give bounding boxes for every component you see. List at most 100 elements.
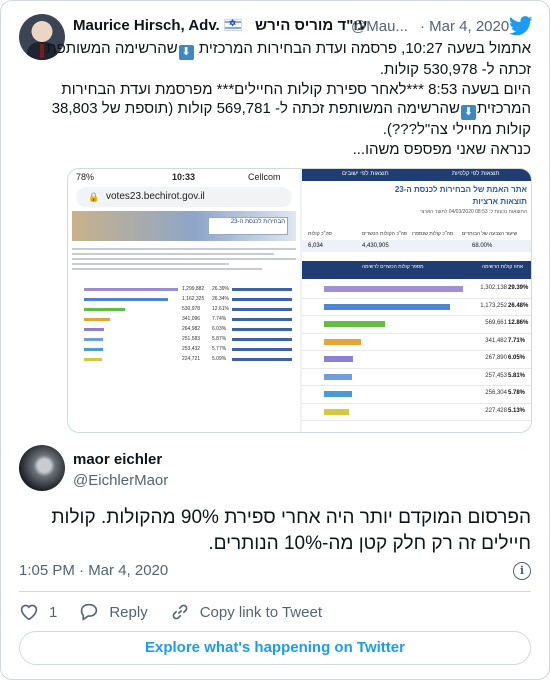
tweet-actions: 1 Reply Copy link to Tweet [19, 601, 344, 623]
explore-twitter-button[interactable]: Explore what's happening on Twitter [19, 631, 531, 665]
desktop-results-table: 1,302,138 29.39% 1,173,252 26.48% 569,661 12.… [302, 281, 531, 421]
result-bar [324, 408, 349, 415]
reply-author-handle[interactable]: @EichlerMaor [73, 472, 168, 489]
result-bar [84, 308, 125, 311]
copy-link-label: Copy link to Tweet [199, 603, 322, 621]
lock-icon: 🔒 [88, 192, 100, 202]
result-row: 264,982 6.03% [72, 325, 296, 334]
stats-summary: סה"כ קולות סה"כ הקולות הכשרים סה"כ קולות… [302, 231, 531, 257]
tab-by-ballot: תוצאות לפי קלפיות [452, 171, 500, 177]
quoted-author-name[interactable]: Maurice Hirsch, Adv. [73, 17, 242, 34]
result-bar [324, 391, 352, 397]
embedded-tweet-card: Maurice Hirsch, Adv. עו"ד מוריס הירש @Ma… [0, 0, 550, 680]
browser-url-bar: 🔒 votes23.bechirot.gov.il [76, 187, 292, 207]
results-table-header: מספר קולות הכשרים לרשימה אחוז קולות הרשי… [302, 261, 531, 279]
like-button[interactable]: 1 [19, 603, 57, 621]
vote-percent: 5.87% [212, 336, 227, 342]
party-name-bar [232, 298, 292, 301]
quoted-author-handle[interactable]: @Mau... [351, 18, 408, 35]
vote-percent: 7.74% [212, 316, 227, 322]
vote-percent: 29.39% [508, 285, 529, 291]
party-name-bar [232, 358, 292, 361]
vote-count: 341,482 [485, 337, 507, 344]
result-row: 251,583 5.87% [72, 335, 296, 344]
divider [19, 591, 531, 592]
result-bar [324, 321, 386, 327]
reply-timestamp[interactable]: 1:05 PM · Mar 4, 2020 [19, 562, 168, 579]
party-name-bar [232, 308, 292, 311]
result-bar [84, 338, 104, 341]
vote-percent: 26.34% [212, 296, 229, 302]
result-bar [84, 318, 111, 321]
desktop-subtitle: תוצאות ארציות [472, 197, 527, 206]
vote-percent: 6.05% [508, 355, 526, 361]
party-name-bar [232, 348, 292, 351]
vote-percent: 6.03% [212, 326, 227, 332]
result-row: 569,661 12.86% [302, 316, 531, 334]
reply-tweet-text: הפרסום המוקדם יותר היה אחרי ספירת 90% מה… [51, 507, 531, 554]
twitter-bird-icon[interactable] [509, 16, 533, 36]
link-icon [172, 604, 188, 620]
vote-count: 253,432 [182, 346, 201, 352]
phone-results-table: 1,299,882 26.39% 1,162,325 26.34% 530,978 12.… [72, 285, 296, 365]
vote-percent: 7.71% [508, 337, 526, 344]
tweet-media-images[interactable]: 78% 10:33 Cellcom 🔒 votes23.bechirot.gov.… [67, 168, 532, 433]
reply-author-name[interactable]: maor eichler [73, 451, 162, 468]
vote-count: 1,162,325 [182, 296, 205, 302]
vote-count: 1,299,882 [182, 286, 205, 292]
carrier-name: Cellcom [248, 172, 281, 182]
vote-count: 256,304 [485, 390, 507, 396]
vote-count: 227,428 [485, 407, 507, 414]
party-name-bar [232, 318, 292, 321]
vote-count: 1,302,138 [480, 285, 507, 291]
down-arrow-emoji-icon: ⬇ [460, 105, 476, 120]
vote-percent: 5.13% [508, 407, 526, 414]
banner-title: הבחירות לכנסת ה-23 [208, 217, 288, 235]
reply-author-avatar[interactable] [19, 445, 65, 491]
result-bar [84, 358, 102, 361]
vote-count: 251,583 [182, 336, 201, 342]
site-banner: הבחירות לכנסת ה-23 [72, 211, 296, 241]
vote-count: 224,721 [182, 356, 201, 362]
vote-count: 1,173,252 [480, 302, 507, 309]
result-row: 257,453 5.81% [302, 369, 531, 386]
info-icon[interactable]: i [513, 562, 531, 580]
result-row: 1,173,252 26.48% [302, 299, 531, 316]
result-row: 224,721 5.09% [72, 355, 296, 364]
quoted-tweet-date[interactable]: · Mar 4, 2020 [420, 18, 509, 35]
desktop-screenshot-image[interactable]: תוצאות לפי ישובים תוצאות לפי קלפיות אתר … [302, 169, 531, 432]
vote-count: 257,453 [485, 372, 507, 379]
vote-percent: 12.61% [212, 306, 229, 312]
result-bar [84, 288, 178, 291]
phone-screenshot-image[interactable]: 78% 10:33 Cellcom 🔒 votes23.bechirot.gov.… [68, 169, 300, 432]
party-name-bar [232, 338, 292, 341]
result-row: 227,428 5.13% [302, 404, 531, 421]
party-name-bar [232, 288, 292, 291]
notice-text-lines [72, 245, 296, 273]
quoted-tweet-text: אתמול בשעה 10:27, פרסמה ועדת הבחירות המר… [46, 40, 531, 158]
reply-bubble-icon [81, 603, 98, 621]
result-row: 253,432 5.77% [72, 345, 296, 354]
vote-percent: 5.77% [212, 346, 227, 352]
vote-percent: 5.81% [508, 372, 526, 379]
result-row: 1,302,138 29.39% [302, 281, 531, 299]
desktop-title: אתר האמת של הבחירות לכנסת ה-23 [394, 185, 527, 194]
party-name-bar [232, 328, 292, 331]
like-count: 1 [49, 603, 58, 621]
result-row: 341,482 7.71% [302, 334, 531, 351]
reply-button[interactable]: Reply [79, 603, 148, 621]
result-bar [324, 373, 353, 380]
result-bar [84, 348, 104, 351]
result-row: 530,978 12.61% [72, 305, 296, 314]
vote-percent: 12.86% [508, 320, 529, 326]
vote-percent: 26.48% [508, 302, 529, 309]
copy-link-button[interactable]: Copy link to Tweet [170, 603, 322, 621]
vote-count: 569,661 [485, 320, 507, 326]
result-bar [324, 303, 450, 310]
result-row: 256,304 5.78% [302, 386, 531, 404]
phone-clock: 10:33 [172, 172, 196, 182]
reply-label: Reply [109, 603, 148, 621]
down-arrow-emoji-icon: ⬇ [178, 45, 194, 60]
result-bar [324, 338, 362, 345]
result-row: 1,299,882 26.39% [72, 285, 296, 294]
